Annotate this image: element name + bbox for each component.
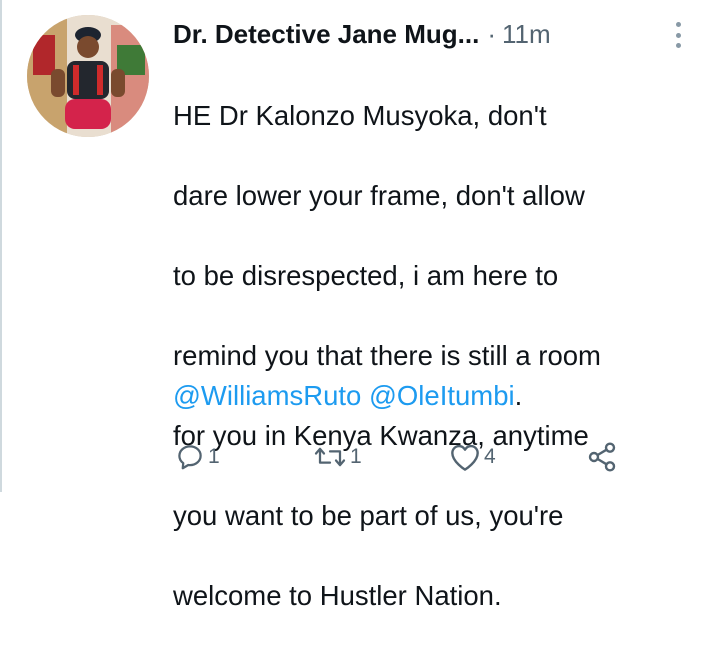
left-border — [0, 0, 2, 492]
tweet-line: HE Dr Kalonzo Musyoka, don't — [173, 100, 547, 131]
separator-dot: · — [487, 18, 496, 49]
like-count: 4 — [484, 445, 496, 468]
reply-count: 1 — [208, 445, 220, 468]
avatar-photo — [27, 15, 149, 137]
author-name[interactable]: Dr. Detective Jane Mug... — [173, 19, 479, 50]
tweet-line: remind you that there is still a room — [173, 340, 601, 371]
retweet-icon — [314, 447, 346, 467]
more-options-icon[interactable] — [674, 22, 682, 48]
tweet-line: you want to be part of us, you're — [173, 500, 564, 531]
retweet-button[interactable]: 1 — [313, 440, 362, 474]
reply-button[interactable]: 1 — [175, 440, 220, 474]
like-button[interactable]: 4 — [449, 440, 496, 474]
heart-icon — [451, 444, 479, 471]
trailing-period: . — [514, 380, 523, 411]
mentions-line: @WilliamsRuto @OleItumbi. — [173, 376, 522, 416]
retweet-count: 1 — [350, 445, 362, 468]
timestamp[interactable]: 11m — [502, 19, 551, 50]
share-icon — [588, 442, 616, 472]
tweet-body: HE Dr Kalonzo Musyoka, don't dare lower … — [173, 56, 703, 656]
tweet-header: Dr. Detective Jane Mug... · 11m — [173, 14, 680, 54]
reply-icon — [178, 445, 202, 470]
mention-williamsruto[interactable]: @WilliamsRuto — [173, 380, 361, 411]
mention-oleitumbi[interactable]: @OleItumbi — [369, 380, 515, 411]
share-button[interactable] — [585, 440, 619, 474]
tweet-line: welcome to Hustler Nation. — [173, 580, 502, 611]
tweet-actions: 1 1 4 — [173, 432, 633, 482]
avatar[interactable] — [27, 15, 149, 137]
tweet-line: dare lower your frame, don't allow — [173, 180, 585, 211]
tweet-line: to be disrespected, i am here to — [173, 260, 559, 291]
